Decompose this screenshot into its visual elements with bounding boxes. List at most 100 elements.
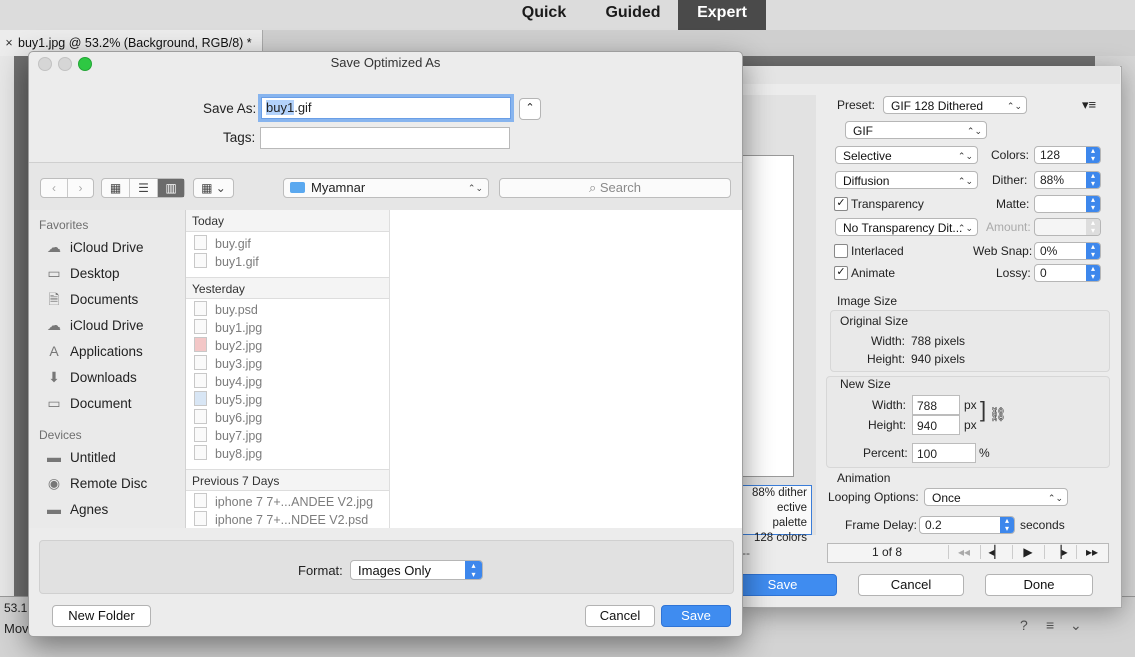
preset-select[interactable]: GIF 128 Dithered ⌃⌄: [883, 96, 1027, 114]
next-frame-icon[interactable]: ▕▸: [1044, 545, 1075, 559]
sidebar-item-downloads[interactable]: ⬇ Downloads: [45, 366, 137, 388]
file-item[interactable]: buy.gif: [194, 235, 251, 253]
sidebar-item-documents[interactable]: 🗎 Documents: [45, 288, 138, 310]
sidebar-item-icloud-drive[interactable]: ☁ iCloud Drive: [45, 236, 144, 258]
file-item[interactable]: buy7.jpg: [194, 427, 262, 445]
column-view-icon[interactable]: ▥: [158, 179, 184, 197]
sfw-save-button[interactable]: Save: [728, 574, 837, 596]
percent-label: Percent:: [863, 446, 908, 460]
vertical-ruler: [0, 56, 15, 596]
matte-select[interactable]: ▴ ▾: [1034, 195, 1101, 213]
view-mode-buttons: ▦ ☰ ▥: [101, 178, 185, 198]
sidebar-item-untitled[interactable]: ▬ Untitled: [45, 446, 116, 468]
file-icon: [194, 337, 207, 352]
folder-icon: [290, 182, 305, 193]
file-item[interactable]: buy.psd: [194, 301, 258, 319]
help-icon[interactable]: ?: [1020, 617, 1028, 633]
format-select[interactable]: Images Only ▴ ▾: [350, 560, 483, 580]
frame-delay-select[interactable]: 0.2 ▴ ▾: [919, 516, 1015, 534]
dialog-title: Save Optimized As: [330, 55, 441, 70]
interlaced-checkbox[interactable]: [834, 244, 848, 258]
back-icon[interactable]: ‹: [41, 179, 68, 197]
file-item[interactable]: buy1.gif: [194, 253, 259, 271]
sfw-preview-image: [742, 155, 794, 477]
sidebar-item-remote-disc[interactable]: ◉ Remote Disc: [45, 472, 147, 494]
new-folder-button[interactable]: New Folder: [52, 605, 151, 627]
transparency-checkbox[interactable]: ✓: [834, 197, 848, 211]
dither-stepper[interactable]: 88% ▴ ▾: [1034, 171, 1101, 189]
applications-icon: A: [49, 343, 59, 359]
gallery-view-button[interactable]: ▦ ⌄: [193, 178, 234, 198]
new-size-heading: New Size: [840, 377, 891, 391]
chevron-down-icon[interactable]: ⌄: [1070, 617, 1082, 634]
file-item[interactable]: buy5.jpg: [194, 391, 262, 409]
new-height-field[interactable]: 940: [912, 415, 960, 435]
orig-height-value: 940 pixels: [911, 352, 966, 366]
amount-stepper: ▴ ▾: [1034, 218, 1101, 236]
sidebar-item-document[interactable]: ▭ Document: [45, 392, 131, 414]
disk-icon: ▬: [47, 449, 61, 465]
file-item[interactable]: buy3.jpg: [194, 355, 262, 373]
last-frame-icon[interactable]: ▸▸: [1076, 545, 1107, 559]
file-item[interactable]: buy6.jpg: [194, 409, 262, 427]
filename-selected: buy1: [266, 100, 295, 115]
file-item[interactable]: iphone 7 7+...NDEE V2.psd: [194, 511, 368, 529]
dither-algorithm-select[interactable]: Diffusion ⌃⌄: [835, 171, 978, 189]
file-item[interactable]: buy8.jpg: [194, 445, 262, 463]
mode-quick-tab[interactable]: Quick: [505, 0, 583, 30]
file-icon: [194, 319, 207, 334]
document-icon: 🗎: [48, 291, 60, 307]
preset-label: Preset:: [837, 98, 876, 112]
lossy-label: Lossy:: [996, 266, 1031, 280]
file-item[interactable]: buy2.jpg: [194, 337, 262, 355]
link-icon[interactable]: ⛓: [989, 406, 1007, 423]
looping-select[interactable]: Once ⌃⌄: [924, 488, 1068, 506]
preset-menu-icon[interactable]: ▾≡: [1082, 97, 1096, 113]
sidebar-item-icloud-drive-2[interactable]: ☁ iCloud Drive: [45, 314, 144, 336]
websnap-stepper[interactable]: 0% ▴ ▾: [1034, 242, 1101, 260]
colors-stepper[interactable]: 128 ▴ ▾: [1034, 146, 1101, 164]
forward-icon[interactable]: ›: [68, 179, 93, 197]
menu-icon[interactable]: ≡: [1046, 617, 1054, 633]
sidebar-item-agnes[interactable]: ▬ Agnes: [45, 498, 108, 520]
cancel-button[interactable]: Cancel: [585, 605, 655, 627]
percent-field[interactable]: 100: [912, 443, 976, 463]
collapse-browser-button[interactable]: ⌃: [519, 98, 541, 120]
file-icon: [194, 493, 207, 508]
sidebar-item-desktop[interactable]: ▭ Desktop: [45, 262, 119, 284]
transparency-dither-select[interactable]: No Transparency Dit... ⌃⌄: [835, 218, 978, 236]
file-icon: [194, 253, 207, 268]
mode-bar: Quick Guided Expert: [0, 0, 1135, 30]
file-item[interactable]: iphone 7 7+...ANDEE V2.jpg: [194, 493, 373, 511]
color-reduction-select[interactable]: Selective ⌃⌄: [835, 146, 978, 164]
search-field[interactable]: ⌕ Search: [499, 178, 731, 198]
animate-checkbox[interactable]: ✓: [834, 266, 848, 280]
sfw-cancel-button[interactable]: Cancel: [858, 574, 964, 596]
interlaced-label: Interlaced: [851, 244, 904, 258]
tags-input[interactable]: [260, 127, 510, 149]
websnap-label: Web Snap:: [973, 244, 1033, 258]
new-width-field[interactable]: 788: [912, 395, 960, 415]
save-button[interactable]: Save: [661, 605, 731, 627]
document-tab-title: buy1.jpg @ 53.2% (Background, RGB/8) *: [18, 36, 252, 50]
sidebar: Favorites ☁ iCloud Drive ▭ Desktop 🗎 Docume…: [29, 210, 186, 528]
format-select[interactable]: GIF ⌃⌄: [845, 121, 987, 139]
file-icon: [194, 445, 207, 460]
icon-view-icon[interactable]: ▦: [102, 179, 130, 197]
previous-frame-icon[interactable]: ◂▏: [980, 545, 1011, 559]
filename-input[interactable]: buy1.gif: [261, 97, 511, 119]
first-frame-icon[interactable]: ◂◂: [948, 545, 979, 559]
play-icon[interactable]: ▶: [1012, 545, 1043, 559]
file-item[interactable]: buy4.jpg: [194, 373, 262, 391]
sfw-done-button[interactable]: Done: [985, 574, 1093, 596]
close-tab-icon[interactable]: ×: [0, 30, 18, 56]
location-select[interactable]: Myamnar ⌃⌄: [283, 178, 489, 198]
sidebar-item-applications[interactable]: A Applications: [45, 340, 142, 362]
favorites-heading: Favorites: [39, 218, 89, 232]
lossy-stepper[interactable]: 0 ▴ ▾: [1034, 264, 1101, 282]
file-item[interactable]: buy1.jpg: [194, 319, 262, 337]
mode-expert-tab[interactable]: Expert: [678, 0, 766, 30]
list-view-icon[interactable]: ☰: [130, 179, 158, 197]
cloud-icon: ☁: [47, 317, 61, 333]
mode-guided-tab[interactable]: Guided: [594, 0, 672, 30]
